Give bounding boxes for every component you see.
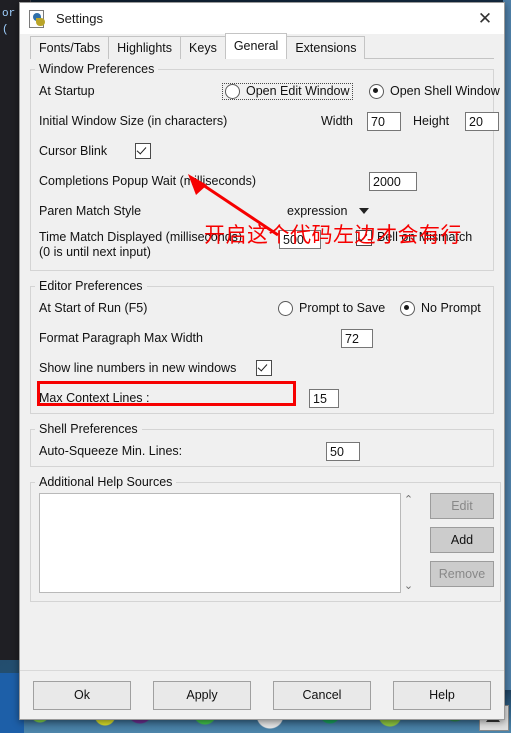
apply-button[interactable]: Apply: [153, 680, 251, 710]
radio-icon-open-shell-window: [369, 83, 384, 99]
ok-button[interactable]: Ok: [33, 680, 131, 710]
editor-preferences-legend: Editor Preferences: [39, 279, 143, 293]
remove-help-source-button[interactable]: Remove: [430, 561, 494, 587]
dialog-footer: Ok Apply Cancel Help: [20, 670, 504, 719]
auto-squeeze-row: Auto-Squeeze Min. Lines: 50: [31, 436, 493, 466]
help-sources-listbox[interactable]: [39, 493, 401, 593]
auto-squeeze-input[interactable]: 50: [326, 441, 360, 461]
close-icon[interactable]: ✕: [472, 7, 498, 29]
cursor-blink-checkbox[interactable]: [135, 143, 151, 159]
height-label: Height: [413, 114, 450, 128]
max-context-lines-row: Max Context Lines : 15: [31, 383, 493, 413]
at-start-of-run-label: At Start of Run (F5): [39, 301, 148, 315]
radio-open-shell-window[interactable]: Open Shell Window: [369, 83, 500, 99]
shell-preferences-group: Shell Preferences Auto-Squeeze Min. Line…: [30, 422, 494, 467]
format-paragraph-label: Format Paragraph Max Width: [39, 331, 203, 345]
window-title: Settings: [56, 11, 103, 26]
window-preferences-legend: Window Preferences: [39, 62, 155, 76]
paren-match-style-value: expression: [287, 204, 348, 218]
completions-popup-input[interactable]: 2000: [369, 171, 417, 191]
initial-window-size-row: Initial Window Size (in characters) Widt…: [31, 106, 499, 136]
tab-highlights[interactable]: Highlights: [108, 36, 182, 59]
settings-dialog: Settings ✕ Fonts/Tabs Highlights Keys Ge…: [19, 2, 505, 720]
radio-icon-open-edit-window: [225, 83, 240, 99]
additional-help-sources-legend: Additional Help Sources: [39, 475, 173, 489]
general-tab-panel: Window Preferences At Startup Open Edit …: [20, 59, 504, 670]
cursor-blink-row: Cursor Blink: [31, 136, 493, 166]
width-label: Width: [321, 114, 353, 128]
add-help-source-button[interactable]: Add: [430, 527, 494, 553]
cancel-button[interactable]: Cancel: [273, 680, 371, 710]
chevron-down-icon: [359, 208, 370, 214]
at-startup-row: At Startup Open Edit Window Open Shell W…: [31, 76, 500, 106]
width-input[interactable]: 70: [367, 111, 401, 131]
tab-fonts-tabs[interactable]: Fonts/Tabs: [30, 36, 110, 59]
cursor-blink-label: Cursor Blink: [39, 144, 108, 158]
scroll-down-icon[interactable]: ⌄: [404, 581, 413, 592]
tab-extensions[interactable]: Extensions: [286, 36, 366, 59]
edit-help-source-button[interactable]: Edit: [430, 493, 494, 519]
completions-popup-label: Completions Popup Wait (milliseconds): [39, 174, 256, 188]
paren-match-style-select[interactable]: expression: [287, 204, 370, 218]
radio-open-edit-window[interactable]: Open Edit Window: [222, 82, 353, 100]
format-paragraph-row: Format Paragraph Max Width 72: [31, 323, 493, 353]
title-bar: Settings ✕: [20, 3, 504, 34]
paren-match-style-label: Paren Match Style: [39, 204, 142, 218]
radio-label-no-prompt: No Prompt: [421, 301, 481, 315]
help-sources-scrollbar[interactable]: ⌃ ⌄: [401, 493, 416, 593]
at-startup-label: At Startup: [39, 84, 95, 98]
help-sources-body: ⌃ ⌄ Edit Add Remove: [31, 489, 500, 601]
height-input[interactable]: 20: [465, 111, 499, 131]
additional-help-sources-group: Additional Help Sources ⌃ ⌄ Edit Add Rem…: [30, 475, 501, 602]
radio-icon-no-prompt: [400, 300, 415, 316]
scroll-up-icon[interactable]: ⌃: [404, 495, 413, 506]
radio-no-prompt[interactable]: No Prompt: [400, 300, 481, 316]
radio-prompt-to-save[interactable]: Prompt to Save: [278, 300, 386, 316]
show-line-numbers-row: Show line numbers in new windows: [31, 353, 493, 383]
show-line-numbers-checkbox[interactable]: [256, 360, 272, 376]
tab-general[interactable]: General: [224, 33, 288, 59]
show-line-numbers-label: Show line numbers in new windows: [39, 361, 237, 375]
format-paragraph-input[interactable]: 72: [341, 328, 373, 348]
auto-squeeze-label: Auto-Squeeze Min. Lines:: [39, 444, 183, 458]
shell-preferences-legend: Shell Preferences: [39, 422, 138, 436]
completions-popup-row: Completions Popup Wait (milliseconds) 20…: [31, 166, 493, 196]
radio-icon-prompt-to-save: [278, 300, 293, 316]
editor-preferences-group: Editor Preferences At Start of Run (F5) …: [30, 279, 494, 414]
radio-label-open-edit-window: Open Edit Window: [246, 84, 350, 98]
radio-label-prompt-to-save: Prompt to Save: [299, 301, 386, 315]
annotation-text: 开启这个代码左边才会有行: [204, 223, 462, 247]
at-start-of-run-row: At Start of Run (F5) Prompt to Save No P…: [31, 293, 493, 323]
help-sources-buttons: Edit Add Remove: [430, 493, 494, 593]
max-context-lines-label: Max Context Lines :: [39, 391, 150, 405]
help-button[interactable]: Help: [393, 680, 491, 710]
radio-label-open-shell-window: Open Shell Window: [390, 84, 500, 98]
tab-strip: Fonts/Tabs Highlights Keys General Exten…: [20, 33, 504, 59]
initial-window-size-label: Initial Window Size (in characters): [39, 114, 228, 128]
background-editor-text: or (: [2, 8, 16, 36]
time-match-label-line2: (0 is until next input): [39, 245, 151, 259]
max-context-lines-input[interactable]: 15: [309, 388, 339, 408]
tab-keys[interactable]: Keys: [180, 36, 226, 59]
python-file-icon: [29, 9, 47, 28]
